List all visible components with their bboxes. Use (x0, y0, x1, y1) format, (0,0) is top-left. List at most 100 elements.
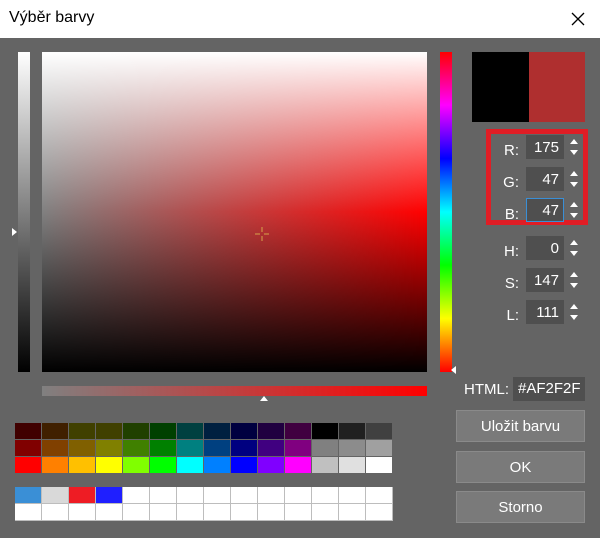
palette-swatch[interactable] (339, 457, 366, 474)
palette-swatch[interactable] (312, 457, 339, 474)
blue-spinner[interactable] (566, 198, 582, 222)
luminance-input[interactable]: 111 (526, 300, 564, 324)
custom-color-swatch[interactable] (42, 487, 69, 504)
custom-color-swatch[interactable] (231, 504, 258, 521)
palette-swatch[interactable] (69, 457, 96, 474)
palette-swatch[interactable] (69, 440, 96, 457)
palette-swatch[interactable] (150, 457, 177, 474)
save-color-button[interactable]: Uložit barvu (456, 410, 585, 442)
palette-swatch[interactable] (42, 440, 69, 457)
custom-color-swatch[interactable] (339, 487, 366, 504)
green-spinner[interactable] (566, 167, 582, 191)
saturation-bar-marker[interactable] (260, 396, 268, 401)
palette-swatch[interactable] (258, 440, 285, 457)
palette-swatch[interactable] (15, 423, 42, 440)
ok-button[interactable]: OK (456, 451, 585, 483)
saturation-spinner[interactable] (566, 268, 582, 292)
custom-color-swatch[interactable] (15, 504, 42, 521)
palette-swatch[interactable] (123, 457, 150, 474)
custom-color-swatch[interactable] (339, 504, 366, 521)
arrow-down-icon[interactable] (570, 182, 578, 187)
palette-swatch[interactable] (285, 457, 312, 474)
arrow-up-icon[interactable] (570, 171, 578, 176)
palette-swatch[interactable] (312, 440, 339, 457)
custom-color-swatch[interactable] (69, 504, 96, 521)
arrow-up-icon[interactable] (570, 139, 578, 144)
custom-color-swatch[interactable] (150, 504, 177, 521)
palette-swatch[interactable] (96, 457, 123, 474)
palette-swatch[interactable] (123, 440, 150, 457)
palette-swatch[interactable] (15, 440, 42, 457)
green-input[interactable]: 47 (526, 167, 564, 191)
palette-swatch[interactable] (285, 423, 312, 440)
hue-slider[interactable] (440, 52, 452, 372)
luminance-slider[interactable] (18, 52, 30, 372)
custom-color-swatch[interactable] (42, 504, 69, 521)
palette-swatch[interactable] (42, 457, 69, 474)
close-button[interactable] (562, 3, 594, 35)
red-input[interactable]: 175 (526, 135, 564, 159)
custom-color-swatch[interactable] (96, 487, 123, 504)
arrow-up-icon[interactable] (570, 240, 578, 245)
palette-swatch[interactable] (366, 423, 393, 440)
custom-color-swatch[interactable] (258, 504, 285, 521)
custom-color-swatch[interactable] (177, 504, 204, 521)
arrow-up-icon[interactable] (570, 304, 578, 309)
hue-slider-marker[interactable] (451, 366, 456, 374)
palette-swatch[interactable] (42, 423, 69, 440)
palette-swatch[interactable] (177, 457, 204, 474)
custom-color-swatch[interactable] (123, 504, 150, 521)
arrow-down-icon[interactable] (570, 213, 578, 218)
saturation-input[interactable]: 147 (526, 268, 564, 292)
custom-color-swatch[interactable] (150, 487, 177, 504)
custom-color-swatch[interactable] (204, 504, 231, 521)
palette-swatch[interactable] (96, 440, 123, 457)
palette-swatch[interactable] (15, 457, 42, 474)
palette-swatch[interactable] (231, 440, 258, 457)
palette-swatch[interactable] (339, 423, 366, 440)
palette-swatch[interactable] (123, 423, 150, 440)
palette-swatch[interactable] (366, 440, 393, 457)
hue-input[interactable]: 0 (526, 236, 564, 260)
color-field[interactable] (42, 52, 427, 372)
custom-color-swatch[interactable] (312, 487, 339, 504)
palette-swatch[interactable] (204, 423, 231, 440)
arrow-up-icon[interactable] (570, 202, 578, 207)
palette-swatch[interactable] (177, 423, 204, 440)
palette-swatch[interactable] (231, 423, 258, 440)
palette-swatch[interactable] (204, 440, 231, 457)
custom-color-swatch[interactable] (69, 487, 96, 504)
arrow-down-icon[interactable] (570, 150, 578, 155)
luminance-spinner[interactable] (566, 300, 582, 324)
palette-swatch[interactable] (177, 440, 204, 457)
custom-color-swatch[interactable] (177, 487, 204, 504)
custom-color-swatch[interactable] (366, 504, 393, 521)
custom-color-swatch[interactable] (285, 504, 312, 521)
custom-color-swatch[interactable] (15, 487, 42, 504)
arrow-down-icon[interactable] (570, 315, 578, 320)
custom-color-swatch[interactable] (366, 487, 393, 504)
palette-swatch[interactable] (285, 440, 312, 457)
custom-color-swatch[interactable] (96, 504, 123, 521)
palette-swatch[interactable] (150, 423, 177, 440)
palette-swatch[interactable] (204, 457, 231, 474)
custom-color-swatch[interactable] (204, 487, 231, 504)
custom-color-swatch[interactable] (285, 487, 312, 504)
red-spinner[interactable] (566, 135, 582, 159)
palette-swatch[interactable] (150, 440, 177, 457)
cancel-button[interactable]: Storno (456, 491, 585, 523)
custom-color-swatch[interactable] (312, 504, 339, 521)
saturation-bar[interactable] (42, 386, 427, 396)
palette-swatch[interactable] (258, 457, 285, 474)
luminance-slider-marker[interactable] (12, 228, 17, 236)
custom-color-swatch[interactable] (258, 487, 285, 504)
palette-swatch[interactable] (96, 423, 123, 440)
custom-color-swatch[interactable] (231, 487, 258, 504)
palette-swatch[interactable] (312, 423, 339, 440)
hue-spinner[interactable] (566, 236, 582, 260)
palette-swatch[interactable] (258, 423, 285, 440)
arrow-up-icon[interactable] (570, 272, 578, 277)
arrow-down-icon[interactable] (570, 251, 578, 256)
palette-swatch[interactable] (69, 423, 96, 440)
blue-input[interactable]: 47 (526, 198, 564, 222)
